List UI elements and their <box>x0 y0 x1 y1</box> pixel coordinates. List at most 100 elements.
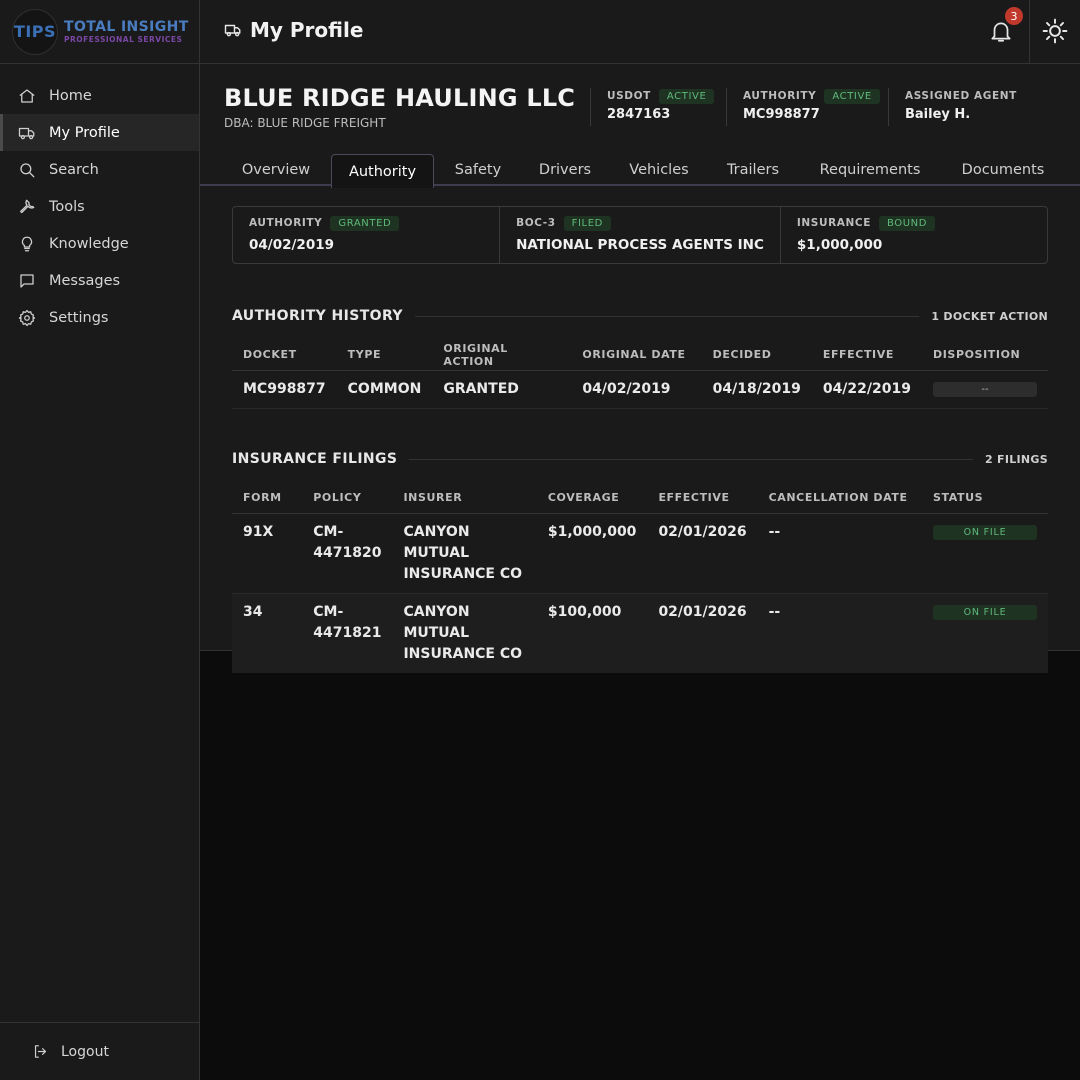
effective-cell: 02/01/2026 <box>647 593 758 673</box>
page-title: My Profile <box>224 18 363 42</box>
column-header: TYPE <box>336 340 433 371</box>
tab-authority[interactable]: Authority <box>331 154 434 188</box>
disposition-cell: -- <box>922 370 1048 409</box>
summary-value: 04/02/2019 <box>249 237 335 253</box>
column-header: DECIDED <box>701 340 812 371</box>
status-badge: BOUND <box>878 215 936 231</box>
summary-label: AUTHORITY <box>249 217 323 229</box>
section-count: 2 FILINGS <box>984 452 1048 466</box>
usdot-meta: USDOT ACTIVE 2847163 <box>590 88 715 126</box>
policy-cell: CM-4471821 <box>302 593 393 673</box>
sidebar-item-label: Home <box>49 87 92 104</box>
column-header: POLICY <box>302 483 393 514</box>
tab-overview[interactable]: Overview <box>224 154 328 186</box>
tab-trailers[interactable]: Trailers <box>712 154 794 186</box>
original-date-cell: 04/02/2019 <box>571 370 702 409</box>
status-badge: ON FILE <box>933 524 1037 540</box>
coverage-cell: $100,000 <box>536 593 648 673</box>
column-header: INSURER <box>392 483 537 514</box>
section-divider <box>409 458 973 460</box>
sidebar-item-search[interactable]: Search <box>0 151 199 188</box>
sidebar-item-label: Settings <box>49 309 109 326</box>
summary-value: NATIONAL PROCESS AGENTS INC <box>516 237 764 253</box>
sidebar-item-label: Messages <box>49 272 121 289</box>
tab-vehicles[interactable]: Vehicles <box>613 154 705 186</box>
section-count: 1 DOCKET ACTION <box>931 309 1048 323</box>
search-icon <box>20 162 35 177</box>
type-cell: COMMON <box>336 370 433 409</box>
logout-icon <box>34 1045 47 1058</box>
authority-meta: AUTHORITY ACTIVE MC998877 <box>726 88 880 126</box>
sidebar-item-my-profile[interactable]: My Profile <box>0 114 199 151</box>
agent-label: ASSIGNED AGENT <box>905 90 1017 102</box>
tab-drivers[interactable]: Drivers <box>525 154 605 186</box>
decided-cell: 04/18/2019 <box>701 370 812 409</box>
sidebar-nav: Home My Profile Search Tools Knowledge M… <box>0 64 199 336</box>
logo-mark: TIPS <box>12 8 58 55</box>
column-header: ORIGINAL ACTION <box>432 340 572 371</box>
section-title: INSURANCE FILINGS <box>232 451 398 467</box>
theme-toggle-button[interactable] <box>1042 18 1068 48</box>
logout-button[interactable]: Logout <box>0 1022 199 1080</box>
summary-value: $1,000,000 <box>796 237 883 253</box>
column-header: STATUS <box>922 483 1048 514</box>
cancellation-cell: -- <box>757 593 922 673</box>
sidebar-item-messages[interactable]: Messages <box>0 262 199 299</box>
column-header: FORM <box>232 483 303 514</box>
lightbulb-icon <box>21 236 33 251</box>
app-logo[interactable]: TIPS TOTAL INSIGHT PROFESSIONAL SERVICES <box>0 0 199 64</box>
form-cell: 91X <box>232 513 303 594</box>
insurer-cell: CANYON MUTUAL INSURANCE CO <box>392 593 537 673</box>
disposition-badge: -- <box>933 381 1037 397</box>
column-header: DOCKET <box>232 340 337 371</box>
status-badge: ACTIVE <box>658 88 715 104</box>
table-row: MC998877 COMMON GRANTED 04/02/2019 04/18… <box>232 370 1048 409</box>
policy-cell: CM-4471820 <box>302 513 393 594</box>
section-title: AUTHORITY HISTORY <box>232 308 403 324</box>
section-divider <box>414 315 920 317</box>
cancellation-cell: -- <box>757 513 922 594</box>
tab-safety[interactable]: Safety <box>441 154 515 186</box>
tab-documents[interactable]: Documents <box>946 154 1060 186</box>
effective-cell: 02/01/2026 <box>647 513 758 594</box>
notification-count-badge: 3 <box>1005 7 1023 25</box>
gear-icon <box>18 309 36 326</box>
authority-history-table: DOCKET TYPE ORIGINAL ACTION ORIGINAL DAT… <box>232 340 1048 409</box>
topbar-divider <box>1029 0 1030 64</box>
agent-value: Bailey H. <box>905 107 971 122</box>
authority-summary: AUTHORITY GRANTED 04/02/2019 BOC-3 FILED N… <box>232 206 1048 264</box>
sun-icon <box>1042 18 1068 44</box>
top-bar: My Profile 3 <box>200 0 1080 64</box>
company-dba: DBA: BLUE RIDGE FREIGHT <box>224 116 386 130</box>
agent-meta: ASSIGNED AGENT Bailey H. <box>888 88 1017 126</box>
logo-subtitle: PROFESSIONAL SERVICES <box>64 34 183 44</box>
truck-icon <box>224 24 241 37</box>
authority-value: MC998877 <box>743 107 820 122</box>
sidebar-item-home[interactable]: Home <box>0 77 199 114</box>
status-badge: ON FILE <box>933 604 1037 620</box>
message-icon <box>20 273 34 288</box>
status-cell: ON FILE <box>922 513 1048 594</box>
sidebar: TIPS TOTAL INSIGHT PROFESSIONAL SERVICES… <box>0 0 200 1080</box>
sidebar-item-label: Knowledge <box>49 235 129 252</box>
home-icon <box>19 88 35 103</box>
page-title-text: My Profile <box>250 18 364 42</box>
sidebar-item-settings[interactable]: Settings <box>0 299 199 336</box>
logout-label: Logout <box>61 1043 109 1060</box>
sidebar-item-tools[interactable]: Tools <box>0 188 199 225</box>
insurer-cell: CANYON MUTUAL INSURANCE CO <box>392 513 537 594</box>
company-name: BLUE RIDGE HAULING LLC <box>224 84 576 112</box>
sidebar-item-label: Tools <box>49 198 85 215</box>
column-header: EFFECTIVE <box>811 340 922 371</box>
summary-boc3: BOC-3 FILED NATIONAL PROCESS AGENTS INC <box>500 207 781 263</box>
logo-title: TOTAL INSIGHT <box>64 18 189 35</box>
usdot-value: 2847163 <box>607 107 671 122</box>
sidebar-item-knowledge[interactable]: Knowledge <box>0 225 199 262</box>
status-badge: ACTIVE <box>824 88 880 104</box>
column-header: EFFECTIVE <box>647 483 758 514</box>
tab-requirements[interactable]: Requirements <box>805 154 935 186</box>
table-row: 34 CM-4471821 CANYON MUTUAL INSURANCE CO… <box>232 593 1048 673</box>
column-header: DISPOSITION <box>922 340 1048 371</box>
summary-authority: AUTHORITY GRANTED 04/02/2019 <box>233 207 501 263</box>
summary-insurance: INSURANCE BOUND $1,000,000 <box>781 207 1047 263</box>
